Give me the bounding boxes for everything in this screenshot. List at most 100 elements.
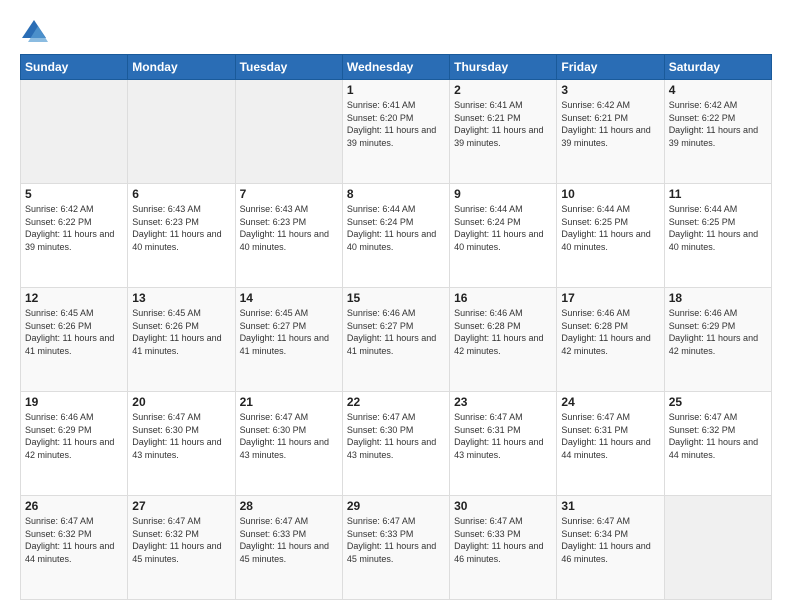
day-number: 17: [561, 291, 659, 305]
calendar-week-row: 12 Sunrise: 6:45 AMSunset: 6:26 PMDayligh…: [21, 288, 772, 392]
day-info: Sunrise: 6:46 AMSunset: 6:27 PMDaylight:…: [347, 307, 445, 357]
calendar-cell: 15 Sunrise: 6:46 AMSunset: 6:27 PMDayligh…: [342, 288, 449, 392]
day-number: 24: [561, 395, 659, 409]
day-number: 21: [240, 395, 338, 409]
calendar-cell: 5 Sunrise: 6:42 AMSunset: 6:22 PMDaylight…: [21, 184, 128, 288]
calendar-cell: 2 Sunrise: 6:41 AMSunset: 6:21 PMDaylight…: [450, 80, 557, 184]
day-info: Sunrise: 6:43 AMSunset: 6:23 PMDaylight:…: [240, 203, 338, 253]
day-info: Sunrise: 6:41 AMSunset: 6:20 PMDaylight:…: [347, 99, 445, 149]
day-info: Sunrise: 6:42 AMSunset: 6:22 PMDaylight:…: [25, 203, 123, 253]
calendar-cell: [128, 80, 235, 184]
day-number: 2: [454, 83, 552, 97]
day-of-week-header: Thursday: [450, 55, 557, 80]
calendar-cell: 19 Sunrise: 6:46 AMSunset: 6:29 PMDayligh…: [21, 392, 128, 496]
day-number: 10: [561, 187, 659, 201]
day-info: Sunrise: 6:47 AMSunset: 6:31 PMDaylight:…: [561, 411, 659, 461]
calendar-cell: 24 Sunrise: 6:47 AMSunset: 6:31 PMDayligh…: [557, 392, 664, 496]
day-number: 26: [25, 499, 123, 513]
calendar-cell: 11 Sunrise: 6:44 AMSunset: 6:25 PMDayligh…: [664, 184, 771, 288]
day-number: 14: [240, 291, 338, 305]
day-number: 19: [25, 395, 123, 409]
day-info: Sunrise: 6:47 AMSunset: 6:32 PMDaylight:…: [25, 515, 123, 565]
day-number: 5: [25, 187, 123, 201]
day-number: 3: [561, 83, 659, 97]
calendar-cell: 14Sunrise: 6:45 AMSunset: 6:27 PMDayligh…: [235, 288, 342, 392]
calendar-cell: 26 Sunrise: 6:47 AMSunset: 6:32 PMDayligh…: [21, 496, 128, 600]
day-info: Sunrise: 6:47 AMSunset: 6:34 PMDaylight:…: [561, 515, 659, 565]
day-number: 13: [132, 291, 230, 305]
calendar-cell: 12 Sunrise: 6:45 AMSunset: 6:26 PMDayligh…: [21, 288, 128, 392]
day-of-week-header: Monday: [128, 55, 235, 80]
logo-icon: [20, 16, 48, 44]
day-info: Sunrise: 6:47 AMSunset: 6:32 PMDaylight:…: [669, 411, 767, 461]
day-info: Sunrise: 6:47 AMSunset: 6:33 PMDaylight:…: [240, 515, 338, 565]
calendar-week-row: 26 Sunrise: 6:47 AMSunset: 6:32 PMDayligh…: [21, 496, 772, 600]
day-info: Sunrise: 6:45 AMSunset: 6:26 PMDaylight:…: [25, 307, 123, 357]
day-of-week-header: Sunday: [21, 55, 128, 80]
day-info: Sunrise: 6:44 AMSunset: 6:25 PMDaylight:…: [561, 203, 659, 253]
header: [20, 16, 772, 44]
day-number: 15: [347, 291, 445, 305]
calendar-week-row: 1 Sunrise: 6:41 AMSunset: 6:20 PMDaylight…: [21, 80, 772, 184]
day-info: Sunrise: 6:47 AMSunset: 6:32 PMDaylight:…: [132, 515, 230, 565]
day-number: 16: [454, 291, 552, 305]
day-info: Sunrise: 6:47 AMSunset: 6:30 PMDaylight:…: [240, 411, 338, 461]
day-of-week-header: Saturday: [664, 55, 771, 80]
calendar-table: SundayMondayTuesdayWednesdayThursdayFrid…: [20, 54, 772, 600]
calendar-cell: 23Sunrise: 6:47 AMSunset: 6:31 PMDayligh…: [450, 392, 557, 496]
calendar-cell: 6 Sunrise: 6:43 AMSunset: 6:23 PMDaylight…: [128, 184, 235, 288]
day-info: Sunrise: 6:44 AMSunset: 6:24 PMDaylight:…: [454, 203, 552, 253]
calendar-cell: 30 Sunrise: 6:47 AMSunset: 6:33 PMDayligh…: [450, 496, 557, 600]
day-info: Sunrise: 6:43 AMSunset: 6:23 PMDaylight:…: [132, 203, 230, 253]
day-info: Sunrise: 6:44 AMSunset: 6:25 PMDaylight:…: [669, 203, 767, 253]
day-of-week-header: Wednesday: [342, 55, 449, 80]
calendar-cell: 3 Sunrise: 6:42 AMSunset: 6:21 PMDaylight…: [557, 80, 664, 184]
day-number: 12: [25, 291, 123, 305]
page: SundayMondayTuesdayWednesdayThursdayFrid…: [0, 0, 792, 612]
calendar-cell: 18Sunrise: 6:46 AMSunset: 6:29 PMDayligh…: [664, 288, 771, 392]
calendar-header: SundayMondayTuesdayWednesdayThursdayFrid…: [21, 55, 772, 80]
day-of-week-header: Friday: [557, 55, 664, 80]
calendar-cell: 9 Sunrise: 6:44 AMSunset: 6:24 PMDaylight…: [450, 184, 557, 288]
day-info: Sunrise: 6:45 AMSunset: 6:26 PMDaylight:…: [132, 307, 230, 357]
day-info: Sunrise: 6:47 AMSunset: 6:30 PMDaylight:…: [347, 411, 445, 461]
day-info: Sunrise: 6:46 AMSunset: 6:28 PMDaylight:…: [454, 307, 552, 357]
day-number: 8: [347, 187, 445, 201]
day-number: 29: [347, 499, 445, 513]
calendar-cell: 31 Sunrise: 6:47 AMSunset: 6:34 PMDayligh…: [557, 496, 664, 600]
day-number: 11: [669, 187, 767, 201]
day-number: 25: [669, 395, 767, 409]
day-number: 6: [132, 187, 230, 201]
calendar-cell: 17Sunrise: 6:46 AMSunset: 6:28 PMDayligh…: [557, 288, 664, 392]
day-info: Sunrise: 6:41 AMSunset: 6:21 PMDaylight:…: [454, 99, 552, 149]
day-number: 9: [454, 187, 552, 201]
day-info: Sunrise: 6:46 AMSunset: 6:29 PMDaylight:…: [669, 307, 767, 357]
calendar-cell: [664, 496, 771, 600]
day-of-week-header: Tuesday: [235, 55, 342, 80]
calendar-cell: 13 Sunrise: 6:45 AMSunset: 6:26 PMDayligh…: [128, 288, 235, 392]
day-info: Sunrise: 6:42 AMSunset: 6:21 PMDaylight:…: [561, 99, 659, 149]
calendar-cell: 21 Sunrise: 6:47 AMSunset: 6:30 PMDayligh…: [235, 392, 342, 496]
day-info: Sunrise: 6:47 AMSunset: 6:33 PMDaylight:…: [347, 515, 445, 565]
header-row: SundayMondayTuesdayWednesdayThursdayFrid…: [21, 55, 772, 80]
day-number: 30: [454, 499, 552, 513]
calendar-cell: 8 Sunrise: 6:44 AMSunset: 6:24 PMDaylight…: [342, 184, 449, 288]
day-number: 1: [347, 83, 445, 97]
calendar-cell: 28 Sunrise: 6:47 AMSunset: 6:33 PMDayligh…: [235, 496, 342, 600]
logo: [20, 16, 52, 44]
day-number: 28: [240, 499, 338, 513]
day-number: 20: [132, 395, 230, 409]
calendar-cell: 16 Sunrise: 6:46 AMSunset: 6:28 PMDayligh…: [450, 288, 557, 392]
day-info: Sunrise: 6:47 AMSunset: 6:30 PMDaylight:…: [132, 411, 230, 461]
day-info: Sunrise: 6:46 AMSunset: 6:29 PMDaylight:…: [25, 411, 123, 461]
day-info: Sunrise: 6:47 AMSunset: 6:33 PMDaylight:…: [454, 515, 552, 565]
calendar-cell: 7Sunrise: 6:43 AMSunset: 6:23 PMDaylight…: [235, 184, 342, 288]
calendar-cell: 20 Sunrise: 6:47 AMSunset: 6:30 PMDayligh…: [128, 392, 235, 496]
calendar-body: 1 Sunrise: 6:41 AMSunset: 6:20 PMDaylight…: [21, 80, 772, 600]
day-number: 31: [561, 499, 659, 513]
calendar-cell: 25 Sunrise: 6:47 AMSunset: 6:32 PMDayligh…: [664, 392, 771, 496]
day-info: Sunrise: 6:44 AMSunset: 6:24 PMDaylight:…: [347, 203, 445, 253]
day-info: Sunrise: 6:42 AMSunset: 6:22 PMDaylight:…: [669, 99, 767, 149]
calendar-cell: [21, 80, 128, 184]
calendar-cell: 4Sunrise: 6:42 AMSunset: 6:22 PMDaylight…: [664, 80, 771, 184]
